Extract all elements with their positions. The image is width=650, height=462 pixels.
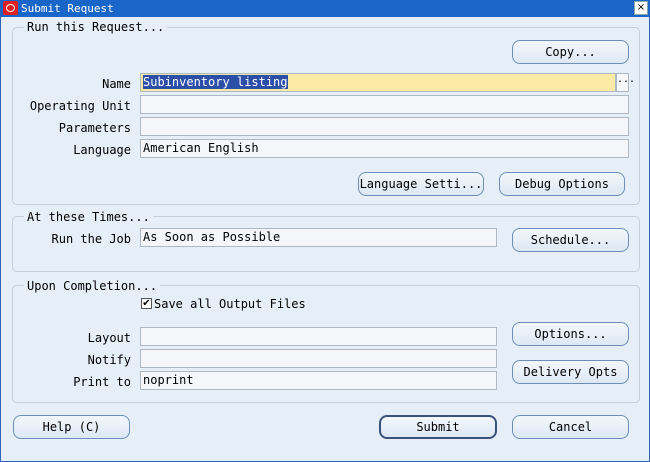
run-job-label: Run the Job	[51, 232, 131, 246]
submit-button[interactable]: Submit	[379, 415, 497, 439]
run-request-group-title: Run this Request...	[24, 20, 168, 34]
close-icon[interactable]: ×	[634, 1, 648, 15]
title-bar: Submit Request ×	[1, 0, 650, 17]
times-group-title: At these Times...	[24, 210, 153, 224]
operating-unit-field[interactable]	[140, 95, 629, 114]
window-title: Submit Request	[21, 2, 114, 15]
language-field[interactable]: American English	[140, 139, 629, 158]
cancel-button[interactable]: Cancel	[512, 415, 629, 439]
name-value: Subinventory listing	[143, 75, 288, 89]
run-job-field[interactable]: As Soon as Possible	[140, 228, 497, 247]
save-output-checkbox[interactable]: ✔	[141, 298, 152, 309]
language-label: Language	[73, 143, 131, 157]
delivery-opts-button[interactable]: Delivery Opts	[512, 360, 629, 384]
name-lov-button[interactable]: ...	[616, 73, 635, 92]
print-to-field[interactable]: noprint	[140, 371, 497, 390]
name-label: Name	[102, 77, 131, 91]
schedule-button[interactable]: Schedule...	[512, 228, 629, 252]
layout-field[interactable]	[140, 327, 497, 346]
oracle-logo-icon	[3, 1, 18, 15]
debug-options-button[interactable]: Debug Options	[499, 172, 625, 196]
completion-group-title: Upon Completion...	[24, 279, 161, 293]
submit-request-window: Submit Request × Run this Request... Cop…	[0, 0, 650, 462]
notify-label: Notify	[87, 353, 131, 367]
notify-field[interactable]	[140, 349, 497, 368]
print-to-label: Print to	[73, 375, 131, 389]
copy-button[interactable]: Copy...	[512, 40, 629, 64]
options-button[interactable]: Options...	[512, 322, 629, 346]
language-settings-button[interactable]: Language Setti...	[358, 172, 484, 196]
operating-unit-label: Operating Unit	[29, 99, 131, 113]
layout-label: Layout	[87, 331, 131, 345]
parameters-label: Parameters	[58, 121, 131, 135]
help-button[interactable]: Help (C)	[13, 415, 130, 439]
save-output-label[interactable]: Save all Output Files	[154, 296, 306, 312]
name-field[interactable]: Subinventory listing	[140, 73, 616, 92]
parameters-field[interactable]	[140, 117, 629, 136]
